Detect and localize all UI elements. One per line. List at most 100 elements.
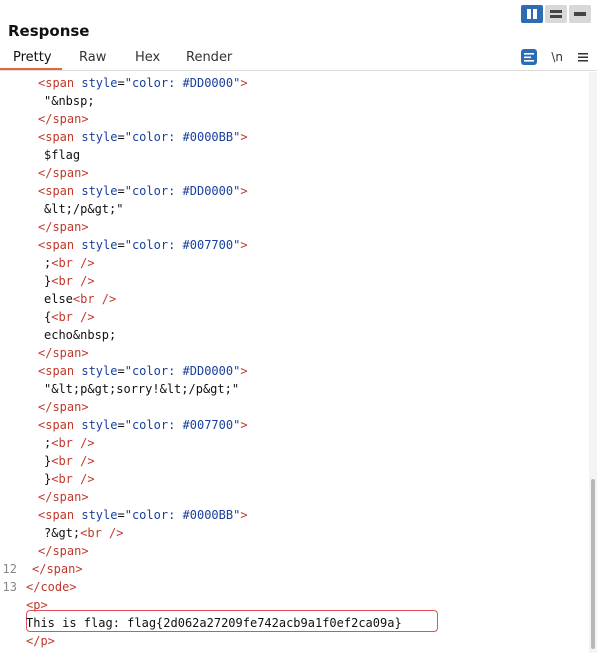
code-line: $flag — [0, 146, 580, 164]
code-line: echo&nbsp; — [0, 326, 580, 344]
token-plain: = — [117, 184, 125, 198]
code-text: <span style="color: #DD0000"> — [38, 182, 248, 200]
code-line: <span style="color: #0000BB"> — [0, 506, 580, 524]
token-txt: $flag — [44, 148, 81, 162]
token-str: "color: #DD0000" — [124, 184, 241, 198]
code-line: </span> — [0, 488, 580, 506]
split-rows-button[interactable] — [545, 5, 567, 23]
code-line: "&nbsp; — [0, 92, 580, 110]
code-text: <span style="color: #0000BB"> — [38, 506, 248, 524]
token-tag: > — [240, 184, 248, 198]
code-text: "&nbsp; — [44, 92, 95, 110]
token-txt: echo&nbsp; — [44, 328, 117, 342]
token-tag: <br /> — [51, 472, 95, 486]
code-text: }<br /> — [44, 452, 95, 470]
token-tag: </p> — [26, 634, 55, 648]
token-tag: <span — [38, 418, 82, 432]
code-line: </span> — [0, 164, 580, 182]
token-tag: <p> — [26, 598, 48, 612]
token-tag: <br /> — [51, 274, 95, 288]
token-str: "color: #007700" — [124, 418, 241, 432]
code-text: &lt;/p&gt;" — [44, 200, 123, 218]
code-line: }<br /> — [0, 470, 580, 488]
token-tag: <br /> — [80, 526, 124, 540]
token-tag: </span> — [38, 346, 89, 360]
code-text: <span style="color: #007700"> — [38, 236, 248, 254]
token-tag: </span> — [38, 544, 89, 558]
token-tag: > — [240, 130, 248, 144]
editor-tools: \n — [507, 49, 589, 65]
code-line: <span style="color: #007700"> — [0, 236, 580, 254]
token-attr: style — [81, 364, 118, 378]
code-line: 12 </span> — [0, 560, 580, 578]
line-number: 12 — [2, 562, 17, 576]
token-tag: <br /> — [51, 454, 95, 468]
scrollbar-thumb[interactable] — [591, 479, 595, 649]
token-tag: <span — [38, 130, 82, 144]
token-tag: </span> — [38, 490, 89, 504]
token-plain: = — [117, 130, 125, 144]
panel-title: Response — [8, 22, 90, 40]
token-plain: = — [117, 508, 125, 522]
code-text: </span> — [38, 164, 89, 182]
code-text: </span> — [38, 218, 89, 236]
code-line: <span style="color: #DD0000"> — [0, 74, 580, 92]
single-pane-icon — [574, 12, 586, 16]
code-line: <span style="color: #0000BB"> — [0, 128, 580, 146]
token-attr: style — [81, 184, 118, 198]
code-line: <span style="color: #007700"> — [0, 416, 580, 434]
tab-hex[interactable]: Hex — [135, 50, 160, 65]
token-tag: <span — [38, 508, 82, 522]
code-text: ;<br /> — [44, 434, 95, 452]
token-plain: = — [117, 76, 125, 90]
token-txt: &lt;/p&gt;" — [44, 202, 124, 216]
vertical-scrollbar[interactable] — [589, 72, 597, 653]
code-text: $flag — [44, 146, 80, 164]
code-text: <span style="color: #0000BB"> — [38, 128, 248, 146]
code-line: </span> — [0, 398, 580, 416]
code-text: echo&nbsp; — [44, 326, 116, 344]
token-tag: </span> — [32, 562, 83, 576]
code-line: ;<br /> — [0, 434, 580, 452]
token-attr: style — [81, 76, 118, 90]
token-attr: style — [81, 508, 118, 522]
tab-pretty[interactable]: Pretty — [13, 50, 52, 65]
code-line: "&lt;p&gt;sorry!&lt;/p&gt;" — [0, 380, 580, 398]
code-text: </span> — [38, 344, 89, 362]
view-tabs: Pretty Raw Hex Render \n — [0, 46, 597, 71]
menu-button[interactable] — [577, 52, 589, 62]
code-text: }<br /> — [44, 272, 95, 290]
single-pane-button[interactable] — [569, 5, 591, 23]
token-attr: style — [81, 130, 118, 144]
code-line: <p> — [0, 596, 580, 614]
token-str: "color: #0000BB" — [124, 508, 241, 522]
code-line: <span style="color: #DD0000"> — [0, 182, 580, 200]
show-newlines-button[interactable]: \n — [551, 50, 563, 64]
code-text: }<br /> — [44, 470, 95, 488]
response-panel: Response Pretty Raw Hex Render \n <span … — [0, 0, 597, 653]
code-text: {<br /> — [44, 308, 95, 326]
code-line: ?&gt;<br /> — [0, 524, 580, 542]
code-line: 13 </code> — [0, 578, 580, 596]
token-tag: > — [240, 238, 248, 252]
token-tag: > — [240, 418, 248, 432]
token-tag: </span> — [38, 166, 89, 180]
code-line: </p> — [0, 632, 580, 650]
code-text: </span> — [38, 542, 89, 560]
token-txt: "&lt;p&gt;sorry!&lt;/p&gt;" — [44, 382, 240, 396]
line-number: 13 — [2, 580, 17, 594]
tab-raw[interactable]: Raw — [79, 50, 106, 65]
token-attr: style — [81, 418, 118, 432]
code-text: ?&gt;<br /> — [44, 524, 123, 542]
wrap-lines-button[interactable] — [521, 49, 538, 65]
code-text: </p> — [26, 632, 55, 650]
token-tag: <br /> — [51, 436, 95, 450]
code-text: </span> — [38, 488, 89, 506]
tab-render[interactable]: Render — [186, 50, 232, 65]
code-line: &lt;/p&gt;" — [0, 200, 580, 218]
token-plain: = — [117, 238, 125, 252]
code-text: <p> — [26, 596, 48, 614]
code-line: else<br /> — [0, 290, 580, 308]
split-columns-button[interactable] — [521, 5, 543, 23]
code-editor[interactable]: <span style="color: #DD0000"> "&nbsp; </sp… — [0, 72, 589, 653]
